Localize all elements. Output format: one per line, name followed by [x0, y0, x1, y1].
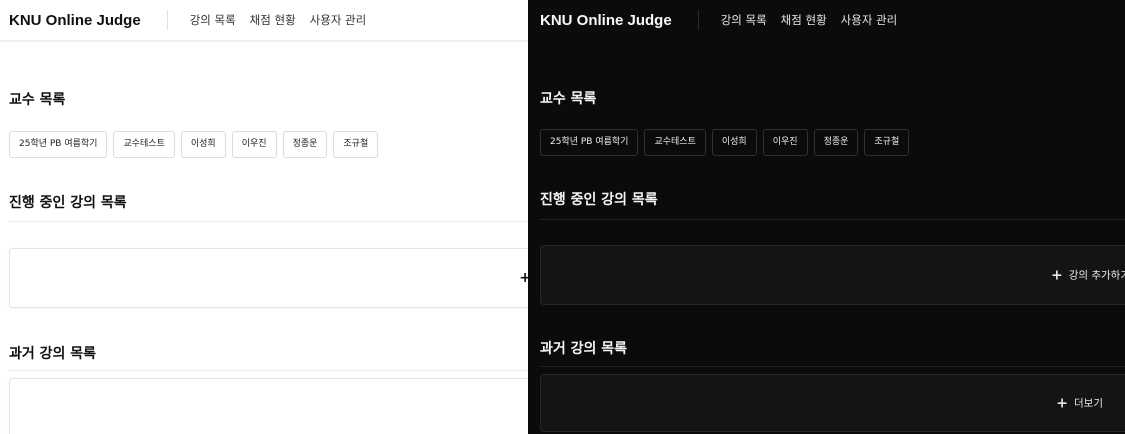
add-course-label[interactable]: + [519, 271, 528, 285]
add-course-button[interactable]: + [9, 248, 528, 308]
professor-chip-list: 25학년 PB 여름학기 교수테스트 이성희 이우진 정종운 조규철 [9, 131, 379, 158]
plus-icon: + [519, 270, 528, 286]
professor-chip[interactable]: 25학년 PB 여름학기 [9, 131, 108, 158]
nav-user-management[interactable]: 사용자 관리 [310, 12, 367, 28]
top-navbar: KNU Online Judge 강의 목록 채점 현황 사용자 관리 [0, 0, 528, 41]
professor-chip[interactable]: 이우진 [762, 129, 808, 156]
load-more-text: 더보기 [1074, 397, 1103, 410]
plus-icon: + [1056, 395, 1069, 411]
nav-course-list[interactable]: 강의 목록 [190, 12, 236, 28]
professor-chip[interactable]: 교수테스트 [644, 129, 706, 156]
professor-chip[interactable]: 정종운 [282, 131, 328, 158]
professors-heading: 교수 목록 [9, 92, 66, 108]
brand-logo[interactable]: KNU Online Judge [9, 12, 141, 29]
add-course-button[interactable]: + 강의 추가하기 [540, 245, 1125, 305]
main-nav: 강의 목록 채점 현황 사용자 관리 [190, 12, 367, 28]
top-navbar: KNU Online Judge 강의 목록 채점 현황 사용자 관리 [528, 0, 1125, 40]
load-more-label[interactable]: + 더보기 [1056, 396, 1103, 411]
ongoing-courses-heading: 진행 중인 강의 목록 [540, 192, 658, 208]
nav-divider [697, 10, 699, 30]
brand-logo[interactable]: KNU Online Judge [540, 12, 672, 29]
nav-grading-status[interactable]: 채점 현황 [781, 12, 827, 28]
professor-chip[interactable]: 조규철 [864, 129, 910, 156]
add-course-text: 강의 추가하기 [1068, 269, 1125, 282]
nav-user-management[interactable]: 사용자 관리 [841, 12, 898, 28]
professor-chip[interactable]: 25학년 PB 여름학기 [540, 129, 639, 156]
section-divider [540, 219, 1125, 220]
professor-chip[interactable]: 이성희 [180, 131, 226, 158]
load-more-button[interactable]: + 더보기 [540, 374, 1125, 432]
nav-course-list[interactable]: 강의 목록 [721, 12, 767, 28]
light-theme-pane: KNU Online Judge 강의 목록 채점 현황 사용자 관리 교수 목… [0, 0, 528, 434]
past-courses-heading: 과거 강의 목록 [540, 341, 628, 357]
professor-chip[interactable]: 정종운 [813, 129, 859, 156]
professors-heading: 교수 목록 [540, 91, 597, 107]
section-divider [540, 366, 1125, 367]
past-courses-heading: 과거 강의 목록 [9, 346, 97, 362]
plus-icon: + [1050, 267, 1063, 283]
professor-chip[interactable]: 이우진 [231, 131, 277, 158]
nav-divider [166, 10, 168, 30]
professor-chip[interactable]: 조규철 [333, 131, 379, 158]
section-divider [9, 221, 528, 222]
past-courses-box[interactable] [9, 378, 528, 434]
ongoing-courses-heading: 진행 중인 강의 목록 [9, 195, 127, 211]
dark-theme-pane: KNU Online Judge 강의 목록 채점 현황 사용자 관리 교수 목… [528, 0, 1125, 434]
professor-chip[interactable]: 교수테스트 [113, 131, 175, 158]
professor-chip[interactable]: 이성희 [711, 129, 757, 156]
section-divider [9, 370, 528, 371]
add-course-label[interactable]: + 강의 추가하기 [1051, 268, 1125, 283]
nav-grading-status[interactable]: 채점 현황 [250, 12, 296, 28]
main-nav: 강의 목록 채점 현황 사용자 관리 [721, 12, 898, 28]
professor-chip-list: 25학년 PB 여름학기 교수테스트 이성희 이우진 정종운 조규철 [540, 129, 910, 156]
